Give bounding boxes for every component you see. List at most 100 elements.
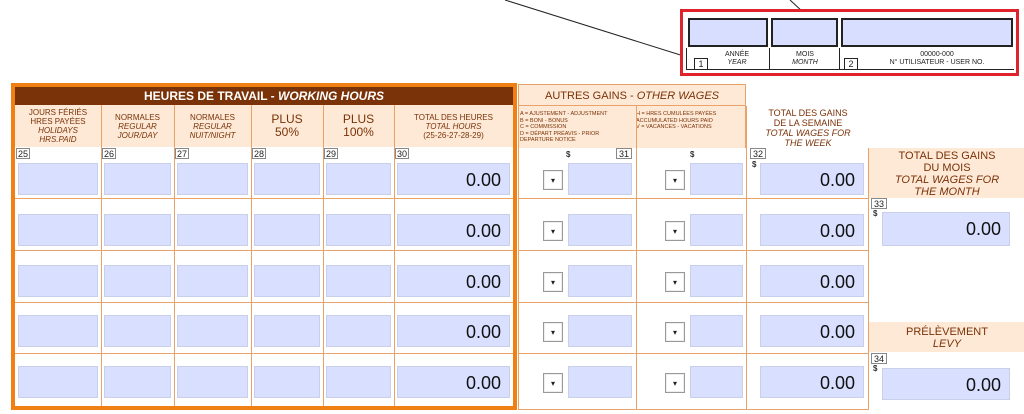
dollar-sign: $ bbox=[566, 150, 571, 159]
month-field[interactable] bbox=[771, 18, 838, 47]
row-divider bbox=[15, 198, 513, 199]
wage-type-select[interactable]: ▾ bbox=[543, 170, 563, 190]
regular-night-input[interactable] bbox=[177, 366, 248, 398]
levy-header: PRÉLÈVEMENT LEVY bbox=[906, 326, 988, 350]
weekly-total-value: 0.00 bbox=[760, 163, 864, 195]
field-number-34: 34 bbox=[871, 353, 887, 364]
wage-type-select[interactable]: ▾ bbox=[665, 322, 685, 342]
weekly-total-value: 0.00 bbox=[760, 315, 864, 347]
holiday-hours-input[interactable] bbox=[18, 214, 98, 246]
holiday-hours-input[interactable] bbox=[18, 163, 98, 195]
wage-type-select[interactable]: ▾ bbox=[665, 272, 685, 292]
plus-100-input[interactable] bbox=[326, 214, 391, 246]
total-hours-value: 0.00 bbox=[397, 214, 510, 246]
levy-value: 0.00 bbox=[882, 368, 1010, 400]
other-wage-amount-input[interactable] bbox=[690, 315, 743, 347]
weekly-total-value: 0.00 bbox=[760, 265, 864, 297]
plus-50-input[interactable] bbox=[254, 265, 320, 297]
regular-night-input[interactable] bbox=[177, 265, 248, 297]
row-divider bbox=[15, 353, 513, 354]
other-wages-title: AUTRES GAINS - OTHER WAGES bbox=[518, 84, 746, 106]
wage-type-select[interactable]: ▾ bbox=[665, 170, 685, 190]
wage-type-select[interactable]: ▾ bbox=[543, 373, 563, 393]
regular-day-input[interactable] bbox=[104, 265, 171, 297]
other-wage-amount-input[interactable] bbox=[690, 214, 743, 246]
regular-night-input[interactable] bbox=[177, 214, 248, 246]
total-hours-value: 0.00 bbox=[397, 315, 510, 347]
id-divider bbox=[839, 48, 840, 70]
plus-100-input[interactable] bbox=[326, 265, 391, 297]
field-number-32: 32 bbox=[750, 148, 766, 159]
working-hours-title: HEURES DE TRAVAIL - WORKING HOURS bbox=[15, 87, 513, 105]
dollar-sign: $ bbox=[752, 160, 757, 169]
grid-line bbox=[174, 105, 175, 406]
monthly-total-header: TOTAL DES GAINS DU MOIS TOTAL WAGES FOR THE… bbox=[894, 150, 1000, 198]
other-wage-amount-input[interactable] bbox=[568, 163, 632, 195]
wage-type-select[interactable]: ▾ bbox=[543, 322, 563, 342]
regular-night-input[interactable] bbox=[177, 163, 248, 195]
wage-type-select[interactable]: ▾ bbox=[543, 272, 563, 292]
other-wage-amount-input[interactable] bbox=[568, 315, 632, 347]
month-label: MOIS MONTH bbox=[792, 51, 818, 66]
regular-day-input[interactable] bbox=[104, 163, 171, 195]
user-number-field[interactable] bbox=[841, 18, 1013, 47]
plus-50-input[interactable] bbox=[254, 315, 320, 347]
dollar-sign: $ bbox=[873, 364, 878, 373]
other-wage-amount-input[interactable] bbox=[568, 366, 632, 398]
id-divider bbox=[686, 48, 687, 70]
col-header-plus-100: PLUS 100% bbox=[323, 105, 394, 147]
row-divider bbox=[518, 353, 868, 354]
wage-type-select[interactable]: ▾ bbox=[665, 221, 685, 241]
total-hours-value: 0.00 bbox=[397, 163, 510, 195]
grid-line bbox=[323, 105, 324, 406]
wage-type-select[interactable]: ▾ bbox=[543, 221, 563, 241]
user-number-index: 2 bbox=[844, 58, 858, 70]
plus-50-input[interactable] bbox=[254, 366, 320, 398]
row-divider bbox=[15, 250, 513, 251]
holiday-hours-input[interactable] bbox=[18, 315, 98, 347]
year-field[interactable] bbox=[688, 18, 768, 47]
row-divider bbox=[518, 198, 868, 199]
other-wage-amount-input[interactable] bbox=[568, 265, 632, 297]
regular-night-input[interactable] bbox=[177, 315, 248, 347]
weekly-total-header: TOTAL DES GAINS DE LA SEMAINE TOTAL WAGES … bbox=[765, 108, 851, 148]
weekly-total-value: 0.00 bbox=[760, 366, 864, 398]
year-number: 1 bbox=[694, 58, 708, 70]
total-hours-value: 0.00 bbox=[397, 366, 510, 398]
field-number-31: 31 bbox=[616, 148, 632, 159]
grid-line bbox=[394, 105, 395, 406]
other-wage-amount-input[interactable] bbox=[690, 366, 743, 398]
monthly-total-value: 0.00 bbox=[882, 212, 1010, 246]
other-wage-amount-input[interactable] bbox=[568, 214, 632, 246]
col-header-holidays: JOURS FÉRIÉS HRES PAYÉES HOLIDAYS HRS.PAID bbox=[15, 105, 101, 147]
plus-100-input[interactable] bbox=[326, 315, 391, 347]
field-number-25: 25 bbox=[16, 148, 30, 159]
regular-day-input[interactable] bbox=[104, 315, 171, 347]
row-divider bbox=[518, 409, 868, 410]
dollar-sign: $ bbox=[690, 150, 695, 159]
plus-100-input[interactable] bbox=[326, 366, 391, 398]
plus-100-input[interactable] bbox=[326, 163, 391, 195]
grid-line bbox=[101, 105, 102, 406]
field-number-27: 27 bbox=[175, 148, 189, 159]
plus-50-input[interactable] bbox=[254, 214, 320, 246]
grid-line bbox=[636, 106, 637, 410]
holiday-hours-input[interactable] bbox=[18, 265, 98, 297]
holiday-hours-input[interactable] bbox=[18, 366, 98, 398]
regular-day-input[interactable] bbox=[104, 214, 171, 246]
plus-50-input[interactable] bbox=[254, 163, 320, 195]
field-number-29: 29 bbox=[324, 148, 338, 159]
regular-day-input[interactable] bbox=[104, 366, 171, 398]
grid-line bbox=[746, 106, 747, 410]
other-wages-legend-right: H = HRES CUMULÉES PAYÉES ACCUMULATED HOU… bbox=[636, 111, 717, 130]
wage-type-select[interactable]: ▾ bbox=[665, 373, 685, 393]
field-number-28: 28 bbox=[252, 148, 266, 159]
year-label: ANNÉE YEAR bbox=[724, 51, 750, 66]
other-wages-legend-left: A = AJUSTEMENT - ADJUSTMENT B = BONI - BO… bbox=[520, 111, 608, 143]
user-number-label: 00000-000 N° UTILISATEUR - USER NO. bbox=[889, 51, 985, 66]
col-header-regular-night: NORMALES REGULAR NUIT/NIGHT bbox=[174, 105, 251, 147]
other-wage-amount-input[interactable] bbox=[690, 163, 743, 195]
row-divider bbox=[518, 302, 868, 303]
other-wage-amount-input[interactable] bbox=[690, 265, 743, 297]
grid-line bbox=[251, 105, 252, 406]
